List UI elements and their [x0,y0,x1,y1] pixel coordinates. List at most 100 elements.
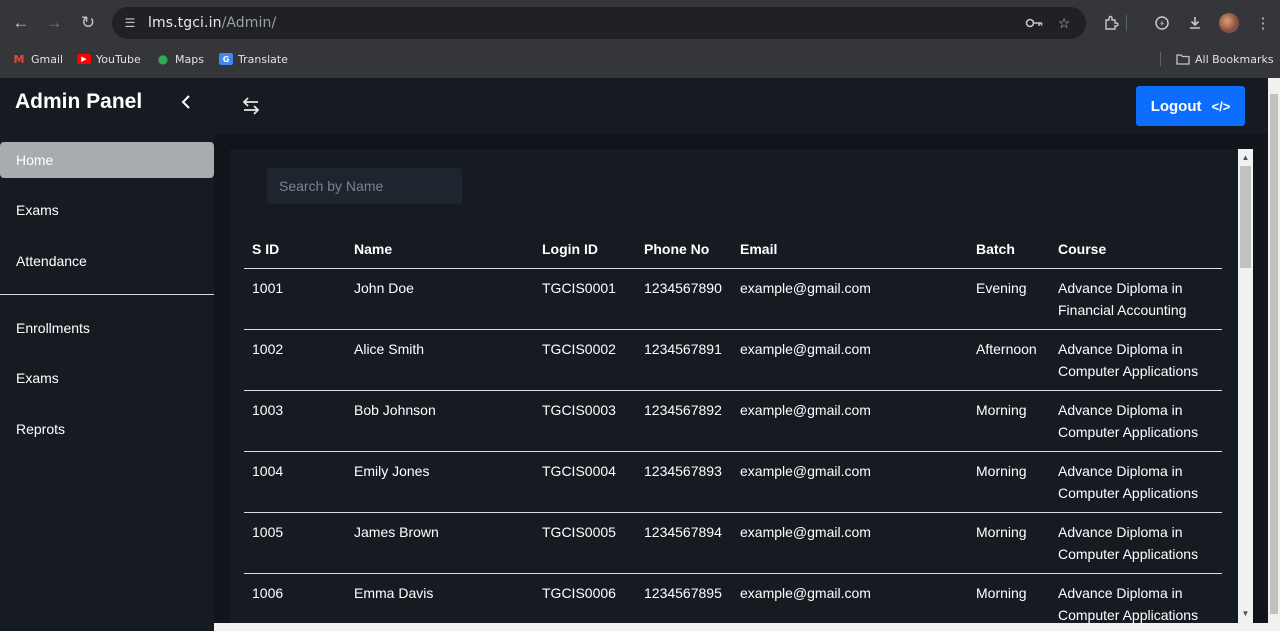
url-text: lms.tgci.in/Admin/ [148,15,277,31]
cell-col-name: James Brown [354,524,439,540]
cell-col-batch: Morning [976,463,1027,479]
header-col-batch: Batch [976,241,1015,257]
header-col-email: Email [740,241,778,257]
cell-col-course-line2: Financial Accounting [1058,302,1187,318]
cell-col-email: example@gmail.com [740,341,871,357]
cell-col-course-line1: Advance Diploma in [1058,463,1183,479]
cell-col-course-line2: Computer Applications [1058,363,1199,379]
cell-col-batch: Afternoon [976,341,1037,357]
row-divider [244,451,1222,452]
cell-col-course-line1: Advance Diploma in [1058,585,1183,601]
all-bookmarks[interactable]: All Bookmarks [1176,51,1274,67]
cell-col-batch: Morning [976,524,1027,540]
cell-col-login: TGCIS0006 [542,585,616,601]
cell-col-course-line2: Computer Applications [1058,485,1199,501]
cell-col-login: TGCIS0004 [542,463,616,479]
cell-col-name: Alice Smith [354,341,425,357]
bookmark-gmail[interactable]: M Gmail [12,51,64,67]
cell-col-name: Emily Jones [354,463,430,479]
cell-col-login: TGCIS0001 [542,280,616,296]
cell-col-email: example@gmail.com [740,402,871,418]
profile-avatar[interactable] [1219,13,1239,33]
cell-col-phone: 1234567895 [644,585,722,601]
sidebar-item-attendance[interactable]: Attendance [0,243,214,279]
cell-col-batch: Evening [976,280,1027,296]
scroll-down-arrow[interactable]: ▼ [1238,606,1253,621]
site-info-icon[interactable]: ☰ [122,15,138,31]
extensions-icon[interactable] [1099,11,1123,35]
cell-col-phone: 1234567890 [644,280,722,296]
cell-col-sid: 1003 [252,402,284,418]
cell-col-sid: 1001 [252,280,284,296]
horizontal-scrollbar[interactable] [214,623,1268,631]
panel-scroll-thumb[interactable] [1240,166,1251,268]
cell-col-name: John Doe [354,280,414,296]
bookmark-maps[interactable]: ● Maps [156,51,204,67]
cell-col-email: example@gmail.com [740,463,871,479]
translate-icon: G [219,53,233,65]
header-col-login: Login ID [542,241,598,257]
sidebar-item-exams-2[interactable]: Exams [0,360,214,396]
cell-col-course-line2: Computer Applications [1058,424,1199,440]
cell-col-batch: Morning [976,585,1027,601]
row-divider [244,329,1222,330]
search-input[interactable] [267,168,462,204]
cell-col-course-line1: Advance Diploma in [1058,524,1183,540]
cell-col-sid: 1002 [252,341,284,357]
cell-col-course-line1: Advance Diploma in [1058,341,1183,357]
cell-col-course-line1: Advance Diploma in [1058,280,1183,296]
sidebar-item-reports[interactable]: Reprots [0,411,214,447]
header-divider [244,268,1222,269]
cell-col-course-line2: Computer Applications [1058,546,1199,562]
header-col-course: Course [1058,241,1107,257]
sidebar-title: Admin Panel [15,90,143,113]
cell-col-sid: 1006 [252,585,284,601]
sidebar-item-home[interactable]: Home [0,142,214,178]
reload-icon[interactable]: ↻ [76,11,100,35]
cell-col-phone: 1234567893 [644,463,722,479]
cell-col-email: example@gmail.com [740,280,871,296]
header-col-sid: S ID [252,241,280,257]
page-scroll-thumb[interactable] [1270,94,1278,614]
folder-icon [1176,53,1190,65]
address-bar[interactable]: ☰ lms.tgci.in/Admin/ [112,7,1086,39]
bookmarks-divider [1160,52,1161,66]
row-divider [244,390,1222,391]
logout-button[interactable]: Logout </> [1136,86,1245,126]
performance-icon[interactable] [1150,11,1174,35]
page-scrollbar[interactable] [1268,78,1280,631]
top-bar [214,78,1268,134]
cell-col-sid: 1004 [252,463,284,479]
code-icon: </> [1211,98,1231,114]
chevron-left-icon[interactable] [178,92,194,112]
menu-kebab-icon[interactable]: ⋮ [1251,11,1275,35]
cell-col-phone: 1234567891 [644,341,722,357]
cell-col-login: TGCIS0005 [542,524,616,540]
cell-col-batch: Morning [976,402,1027,418]
gmail-icon: M [13,52,25,66]
cell-col-name: Emma Davis [354,585,434,601]
password-key-icon[interactable] [1025,14,1043,32]
cell-col-email: example@gmail.com [740,585,871,601]
bookmark-translate[interactable]: G Translate [219,51,288,67]
row-divider [244,573,1222,574]
cell-col-login: TGCIS0002 [542,341,616,357]
cell-col-course-line1: Advance Diploma in [1058,402,1183,418]
sidebar-divider [0,294,214,295]
cell-col-phone: 1234567892 [644,402,722,418]
youtube-icon: ▶ [77,54,91,64]
download-icon[interactable] [1183,11,1207,35]
back-icon[interactable]: ← [9,11,33,35]
sidebar-item-enrollments[interactable]: Enrollments [0,310,214,346]
cell-col-email: example@gmail.com [740,524,871,540]
bookmark-youtube[interactable]: ▶ YouTube [77,51,141,67]
star-icon[interactable]: ☆ [1055,14,1073,32]
header-col-phone: Phone No [644,241,710,257]
toggle-sidebar-icon[interactable] [240,95,262,117]
cell-col-phone: 1234567894 [644,524,722,540]
forward-icon[interactable]: → [42,11,66,35]
cell-col-login: TGCIS0003 [542,402,616,418]
cell-col-name: Bob Johnson [354,402,436,418]
sidebar-item-exams[interactable]: Exams [0,192,214,228]
scroll-up-arrow[interactable]: ▲ [1238,150,1253,165]
